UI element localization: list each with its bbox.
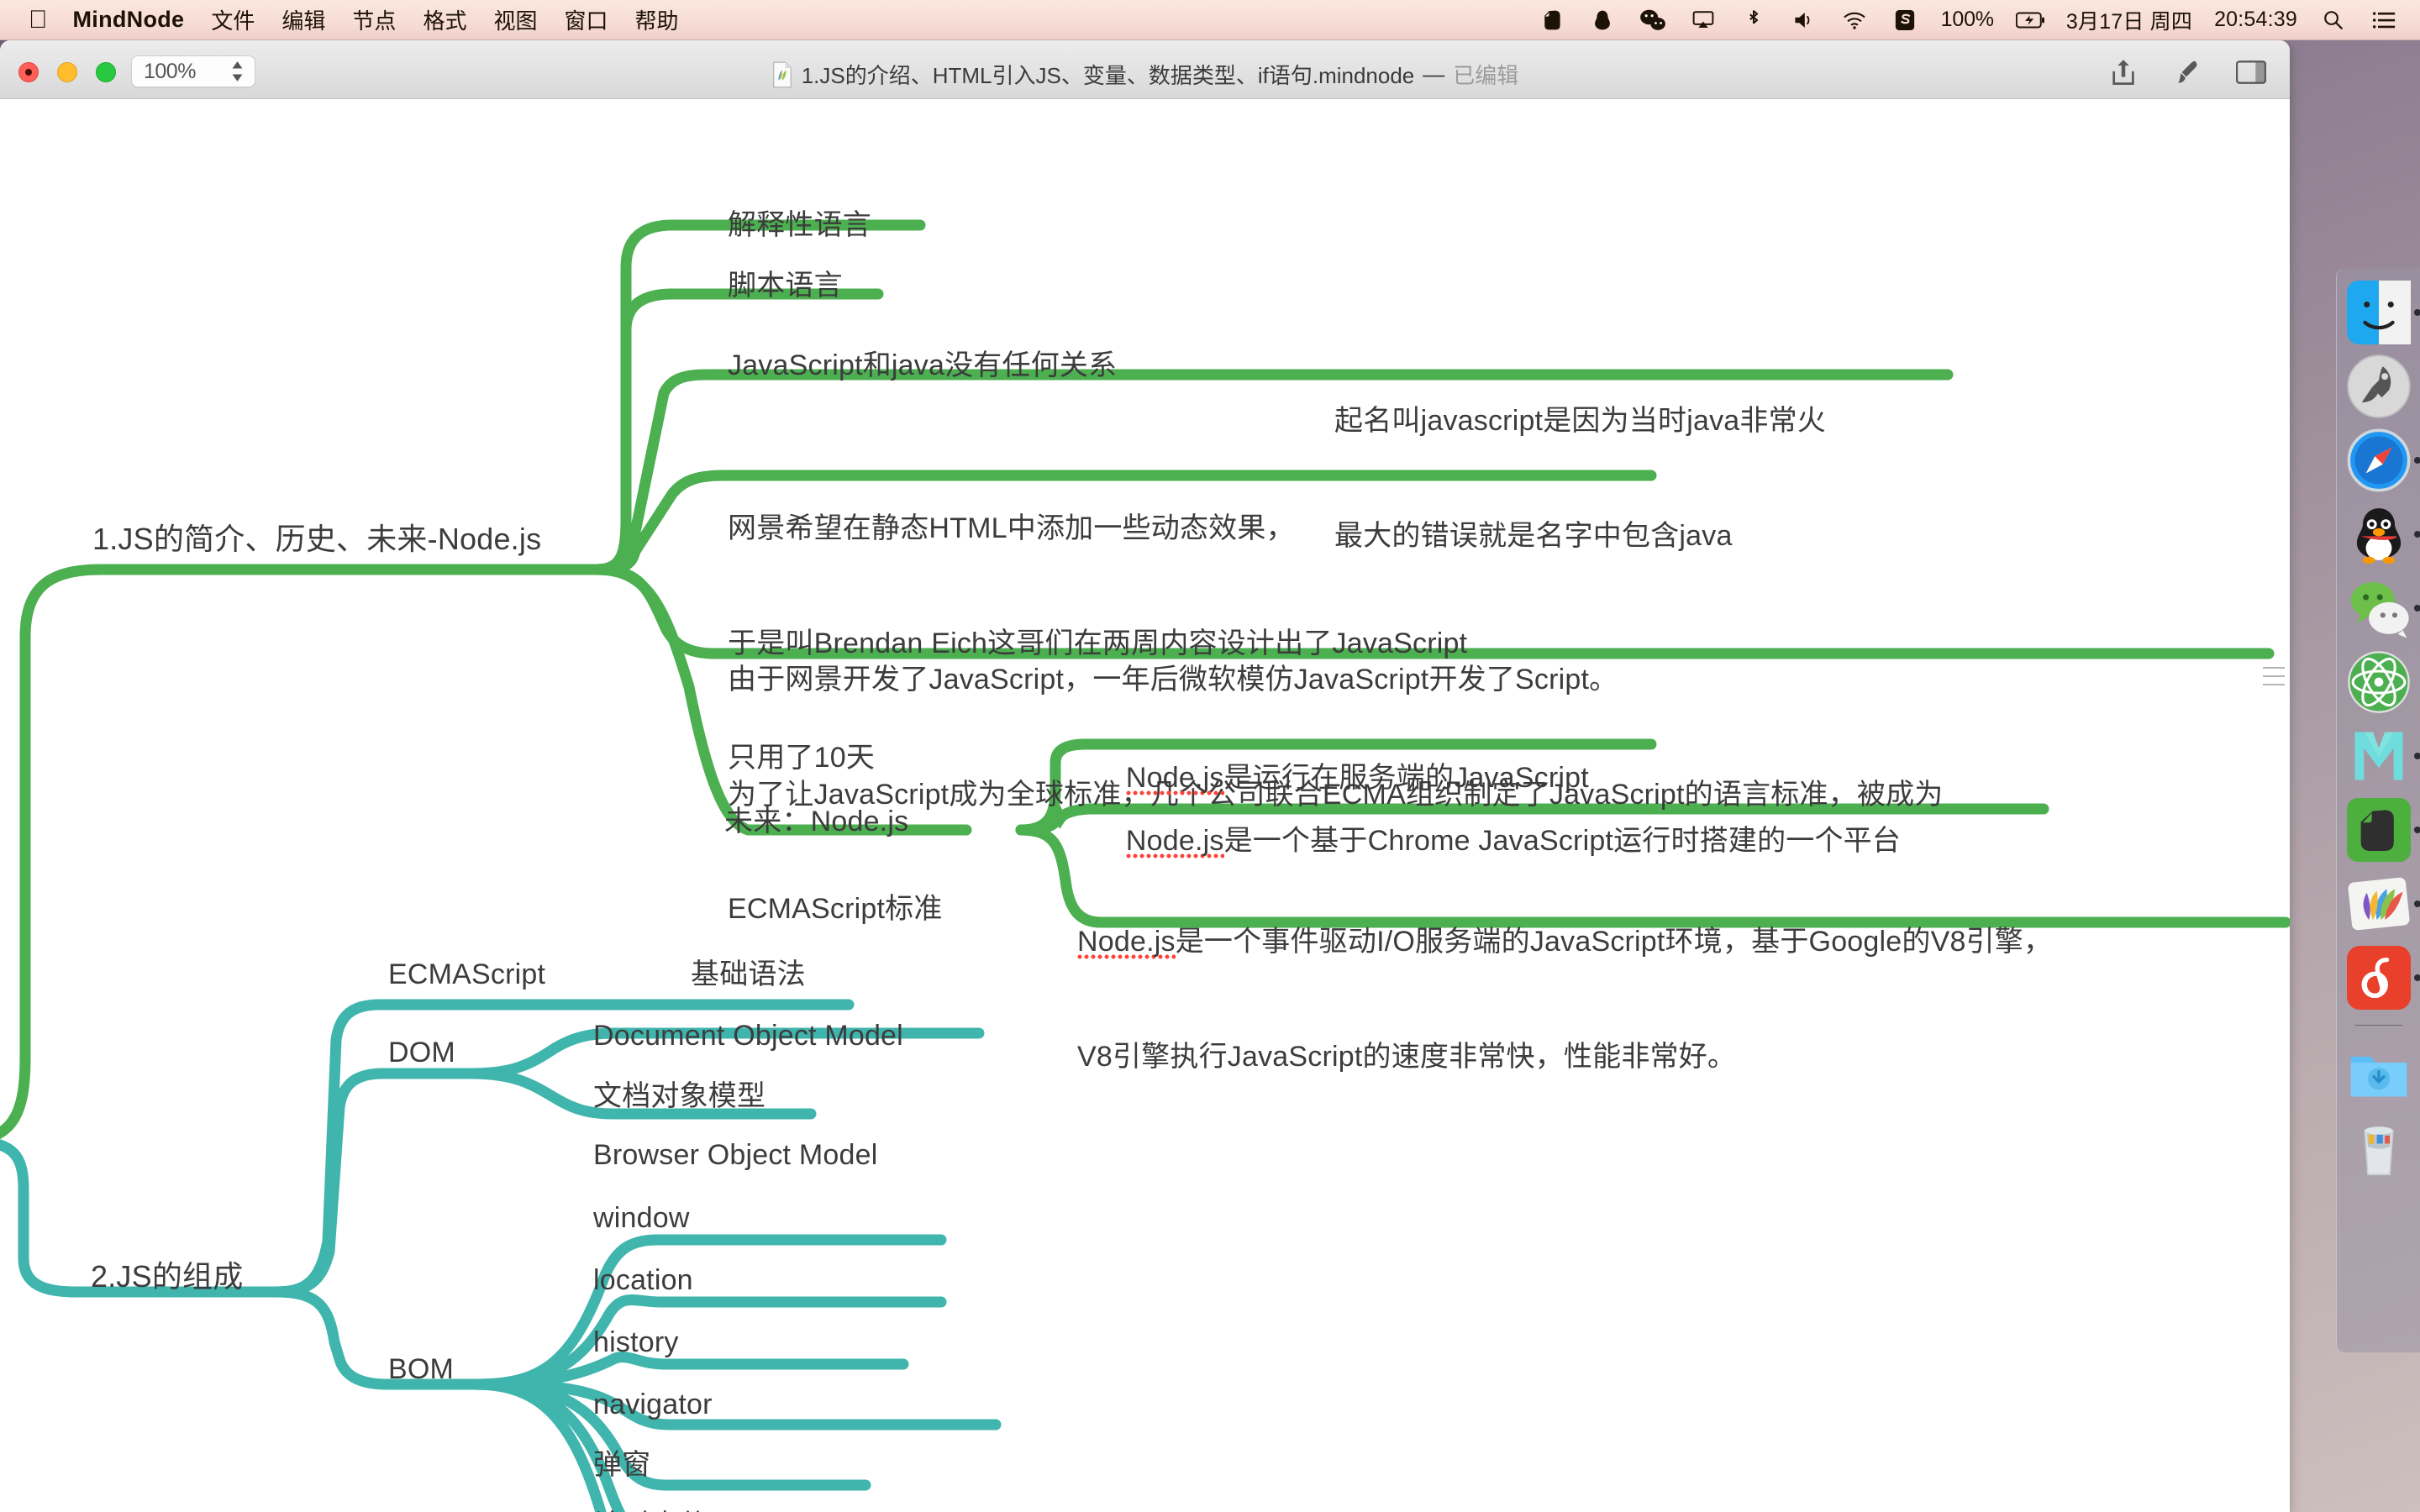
downloads-folder-icon[interactable]: [2347, 1041, 2411, 1105]
canvas-resize-grip[interactable]: [2263, 667, 2285, 685]
node-label: navigator: [593, 1389, 713, 1420]
dock-separator: [2354, 1025, 2402, 1026]
document-title-bar: 1.JS的介绍、HTML引入JS、变量、数据类型、if语句.mindnode —…: [0, 59, 2290, 90]
volume-icon[interactable]: [1790, 8, 1818, 33]
title-dash: —: [1423, 61, 1445, 87]
node-label: BOM: [388, 1353, 455, 1385]
node-label: 文档对象模型: [593, 1080, 766, 1112]
node-script-language[interactable]: 脚本语言: [728, 267, 843, 306]
node-dom[interactable]: DOM: [388, 1034, 455, 1073]
node-timer-event[interactable]: 计时事件: [593, 1507, 708, 1512]
menu-item-help[interactable]: 帮助: [634, 4, 678, 35]
mindmap-root-node-1[interactable]: 1.JS的简介、历史、未来-Node.js: [92, 519, 541, 559]
search-icon[interactable]: [2319, 8, 2348, 33]
wifi-icon[interactable]: [1840, 8, 1869, 33]
node-browser-object-model[interactable]: Browser Object Model: [593, 1137, 877, 1175]
notification-list-icon[interactable]: [2370, 8, 2398, 33]
node-label: JavaScript和java没有任何关系: [728, 349, 1118, 381]
node-label-line-2: V8引擎执行JavaScript的速度非常快，性能非常好。: [1077, 1040, 1737, 1073]
root-node-2-text: 2.JS的组成: [91, 1259, 244, 1294]
node-label: location: [593, 1264, 693, 1296]
node-label: 脚本语言: [728, 270, 843, 302]
titlebar-actions: [2105, 57, 2270, 87]
wechat-icon[interactable]: [2347, 576, 2420, 640]
dock: [2336, 269, 2420, 1352]
menu-item-edit[interactable]: 编辑: [281, 4, 325, 35]
node-label: Document Object Model: [593, 1020, 903, 1052]
menu-item-file[interactable]: 文件: [211, 4, 255, 35]
menu-item-node[interactable]: 节点: [352, 4, 396, 35]
battery-percentage[interactable]: 100%: [1941, 8, 1994, 32]
node-label-line-1: 网景希望在静态HTML中添加一些动态效果，: [728, 512, 1295, 545]
node-future-nodejs[interactable]: 未来：Node.js: [724, 803, 908, 842]
safari-icon[interactable]: [2347, 428, 2420, 492]
sidebar-icon[interactable]: [2233, 57, 2270, 87]
paintbrush-icon[interactable]: [2169, 57, 2206, 87]
node-document-object-model[interactable]: Document Object Model: [593, 1017, 903, 1056]
netease-music-icon[interactable]: [2346, 946, 2420, 1010]
mindnode-icon[interactable]: [2347, 724, 2420, 788]
node-history[interactable]: history: [593, 1324, 679, 1362]
node-label: 未来：Node.js: [724, 806, 909, 837]
node-label: 解释性语言: [728, 209, 871, 241]
battery-charging-icon[interactable]: [2015, 8, 2044, 33]
mindnode-window: 100% 1.JS的介绍、HTML引入JS、变量、数据类型、if语句.mindn…: [0, 40, 2290, 1512]
node-nodejs-v8-engine[interactable]: Node.js是一个事件驱动I/O服务端的JavaScript环境，基于Goog…: [1077, 847, 2052, 1152]
mindnode-app-icon[interactable]: [2347, 872, 2420, 936]
airplay-icon[interactable]: [1689, 8, 1718, 33]
menu-item-window[interactable]: 窗口: [564, 4, 608, 35]
finder-icon[interactable]: [2346, 281, 2420, 344]
node-js-vs-java[interactable]: JavaScript和java没有任何关系: [728, 347, 1117, 386]
node-label: ECMAScript: [388, 958, 546, 990]
node-bom[interactable]: BOM: [388, 1351, 454, 1389]
evernote-status-icon[interactable]: [1538, 8, 1566, 33]
document-title-text[interactable]: 1.JS的介绍、HTML引入JS、变量、数据类型、if语句.mindnode: [802, 59, 1415, 90]
mindnode-document-icon: [771, 60, 793, 88]
node-label: window: [593, 1202, 690, 1234]
menubar-status-area: 100% 3月17日 周四 20:54:39: [1538, 5, 2420, 35]
document-edited-status: 已编辑: [1453, 63, 1519, 88]
share-icon[interactable]: [2105, 57, 2142, 87]
qq-icon[interactable]: [2347, 502, 2420, 566]
launchpad-icon[interactable]: [2346, 354, 2411, 418]
apple-icon[interactable]: : [29, 7, 48, 33]
root-node-1-text: 1.JS的简介、历史、未来-Node.js: [92, 522, 542, 556]
atom-icon[interactable]: [2347, 650, 2411, 714]
node-basic-syntax[interactable]: 基础语法: [691, 956, 806, 995]
menu-item-format[interactable]: 格式: [423, 4, 466, 35]
node-label: history: [593, 1326, 679, 1358]
wechat-status-icon[interactable]: [1639, 8, 1667, 33]
node-label-line-1: 是一个事件驱动I/O服务端的JavaScript环境，基于Google的V8引擎…: [1175, 926, 2053, 958]
node-window[interactable]: window: [593, 1200, 690, 1238]
active-app-name[interactable]: MindNode: [73, 7, 185, 33]
menubar-date[interactable]: 3月17日 周四: [2066, 5, 2192, 35]
sogou-input-icon[interactable]: [1891, 8, 1919, 33]
node-label-line-1: 由于网景开发了JavaScript，一年后微软模仿JavaScript开发了Sc…: [728, 664, 1618, 696]
mindmap-canvas[interactable]: 1.JS的简介、历史、未来-Node.js 解释性语言 脚本语言 JavaScr…: [0, 99, 2290, 1512]
node-interpreted-language[interactable]: 解释性语言: [728, 207, 871, 245]
node-document-object-model-cn[interactable]: 文档对象模型: [593, 1078, 765, 1116]
window-titlebar: 100% 1.JS的介绍、HTML引入JS、变量、数据类型、if语句.mindn…: [0, 40, 2290, 99]
menu-item-view[interactable]: 视图: [493, 4, 537, 35]
node-label-spellchecked: Node.js: [1077, 926, 1176, 962]
node-label: DOM: [388, 1037, 455, 1068]
node-label: 弹窗: [593, 1449, 651, 1481]
qq-penguin-status-icon[interactable]: [1588, 8, 1617, 33]
bluetooth-icon[interactable]: [1739, 8, 1768, 33]
menu-bar:  MindNode 文件 编辑 节点 格式 视图 窗口 帮助: [0, 0, 2420, 40]
menubar-time[interactable]: 20:54:39: [2214, 8, 2297, 32]
mindmap-root-node-2[interactable]: 2.JS的组成: [91, 1257, 243, 1297]
node-label: 基础语法: [691, 958, 806, 990]
node-location[interactable]: location: [593, 1262, 693, 1300]
node-navigator[interactable]: navigator: [593, 1386, 713, 1425]
node-label: Browser Object Model: [593, 1139, 878, 1171]
node-popup[interactable]: 弹窗: [593, 1446, 650, 1485]
evernote-icon[interactable]: [2346, 798, 2420, 862]
trash-icon[interactable]: [2347, 1115, 2411, 1179]
node-ecmascript[interactable]: ECMAScript: [388, 956, 545, 995]
